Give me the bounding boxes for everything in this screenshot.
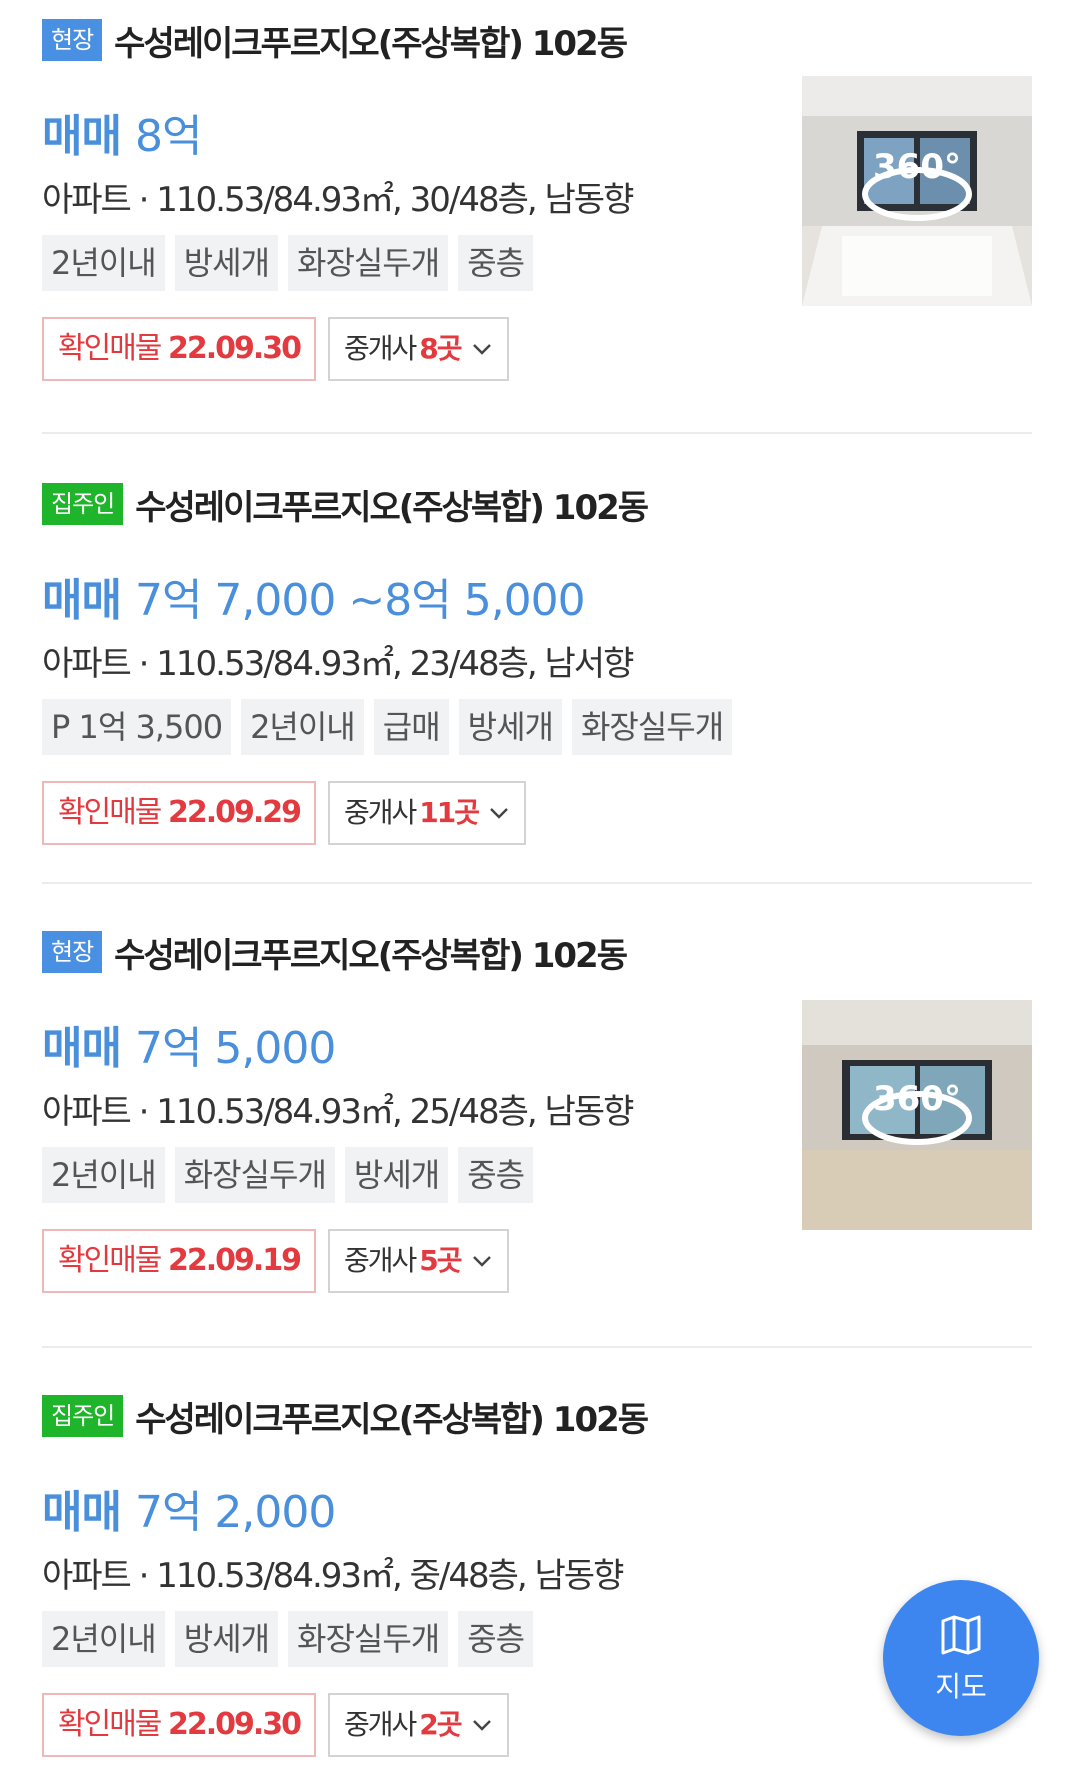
tag: 중층 [458, 235, 534, 291]
tag: 화장실두개 [288, 235, 449, 291]
price-kind: 매매 [42, 1487, 122, 1538]
listing-item[interactable]: 현장 수성레이크푸르지오(주상복합) 102동 매매 8억 아파트 · 110.5… [42, 18, 1032, 381]
chevron-down-icon [490, 808, 508, 819]
divider [42, 432, 1032, 434]
chevron-down-icon [472, 1720, 491, 1731]
divider [42, 1346, 1032, 1348]
chevron-down-icon [472, 1256, 491, 1267]
listing-price: 매매 7억 7,000 ~8억 5,000 [42, 564, 1032, 628]
tag: 방세개 [458, 699, 562, 755]
360-icon: 360° [873, 147, 961, 187]
listing-item[interactable]: 집주인 수성레이크푸르지오(주상복합) 102동 매매 7억 7,000 ~8억 … [42, 482, 1032, 845]
tag: 2년이내 [42, 1147, 165, 1203]
confirm-date: 22.09.29 [167, 795, 302, 830]
price-kind: 매매 [42, 1023, 122, 1074]
tag: 급매 [373, 699, 449, 755]
broker-dropdown-button[interactable]: 중개사 8곳 [328, 317, 509, 381]
badge-site: 현장 [42, 931, 103, 973]
confirm-label: 확인매물 [58, 331, 162, 366]
confirmed-listing-badge: 확인매물 22.09.19 [42, 1229, 316, 1293]
room-photo-360: 360° [802, 76, 1032, 306]
listing-price: 매매 7억 2,000 [42, 1476, 1032, 1540]
tag: 방세개 [174, 1611, 279, 1667]
tag: P 1억 3,500 [42, 699, 232, 755]
confirm-label: 확인매물 [58, 1707, 162, 1742]
broker-count: 2곳 [419, 1708, 462, 1741]
confirm-date: 22.09.19 [167, 1243, 302, 1278]
room-photo-360: 360° [802, 1000, 1032, 1230]
confirm-label: 확인매물 [58, 1243, 162, 1278]
confirm-label: 확인매물 [58, 795, 162, 830]
price-value: 7억 7,000 ~8억 5,000 [134, 575, 586, 626]
tag: 화장실두개 [571, 699, 733, 755]
tag: 중층 [458, 1147, 534, 1203]
broker-label: 중개사 [344, 796, 417, 829]
price-kind: 매매 [42, 111, 122, 162]
confirmed-listing-badge: 확인매물 22.09.30 [42, 1693, 316, 1757]
listing-item[interactable]: 집주인 수성레이크푸르지오(주상복합) 102동 매매 7억 2,000 아파트 … [42, 1394, 1032, 1757]
broker-label: 중개사 [344, 332, 417, 365]
price-value: 8억 [134, 111, 202, 162]
broker-count: 5곳 [419, 1244, 462, 1277]
tag: 2년이내 [42, 1611, 165, 1667]
broker-dropdown-button[interactable]: 중개사 5곳 [328, 1229, 509, 1293]
price-value: 7억 2,000 [134, 1487, 336, 1538]
listing-spec: 아파트 · 110.53/84.93㎡, 중/48층, 남동향 [42, 1556, 624, 1596]
tag: 방세개 [174, 235, 279, 291]
listing-title[interactable]: 수성레이크푸르지오(주상복합) 102동 [135, 1392, 649, 1441]
price-value: 7억 5,000 [134, 1023, 336, 1074]
chevron-down-icon [472, 344, 491, 355]
360-icon: 360° [873, 1079, 961, 1119]
confirmed-listing-badge: 확인매물 22.09.29 [42, 781, 316, 845]
badge-owner: 집주인 [42, 1395, 124, 1437]
divider [42, 882, 1032, 884]
listing-spec: 아파트 · 110.53/84.93㎡, 23/48층, 남서향 [42, 644, 634, 684]
listing-item[interactable]: 현장 수성레이크푸르지오(주상복합) 102동 매매 7억 5,000 아파트 ·… [42, 930, 1032, 1293]
broker-dropdown-button[interactable]: 중개사 11곳 [328, 781, 527, 845]
badge-owner: 집주인 [42, 483, 124, 525]
broker-label: 중개사 [344, 1708, 417, 1741]
badge-site: 현장 [42, 19, 103, 61]
broker-label: 중개사 [344, 1244, 417, 1277]
tag: 화장실두개 [288, 1611, 449, 1667]
listing-title[interactable]: 수성레이크푸르지오(주상복합) 102동 [114, 16, 628, 65]
listing-thumbnail[interactable]: 360° [802, 1000, 1032, 1230]
price-kind: 매매 [42, 575, 122, 626]
tag: 중층 [458, 1611, 534, 1667]
map-button[interactable]: 지도 [883, 1580, 1039, 1736]
confirm-date: 22.09.30 [167, 1707, 302, 1742]
confirmed-listing-badge: 확인매물 22.09.30 [42, 317, 316, 381]
broker-dropdown-button[interactable]: 중개사 2곳 [328, 1693, 509, 1757]
confirm-date: 22.09.30 [167, 331, 302, 366]
listing-title[interactable]: 수성레이크푸르지오(주상복합) 102동 [114, 928, 628, 977]
tag: 2년이내 [42, 235, 165, 291]
map-button-label: 지도 [935, 1670, 987, 1703]
broker-count: 11곳 [419, 796, 480, 829]
tag: 2년이내 [241, 699, 364, 755]
tag-list: P 1억 3,500 2년이내 급매 방세개 화장실두개 [42, 699, 1032, 755]
tag: 화장실두개 [174, 1147, 335, 1203]
listing-thumbnail[interactable]: 360° [802, 76, 1032, 306]
tag: 방세개 [344, 1147, 449, 1203]
map-icon [941, 1615, 981, 1655]
listing-title[interactable]: 수성레이크푸르지오(주상복합) 102동 [135, 480, 649, 529]
broker-count: 8곳 [419, 332, 462, 365]
